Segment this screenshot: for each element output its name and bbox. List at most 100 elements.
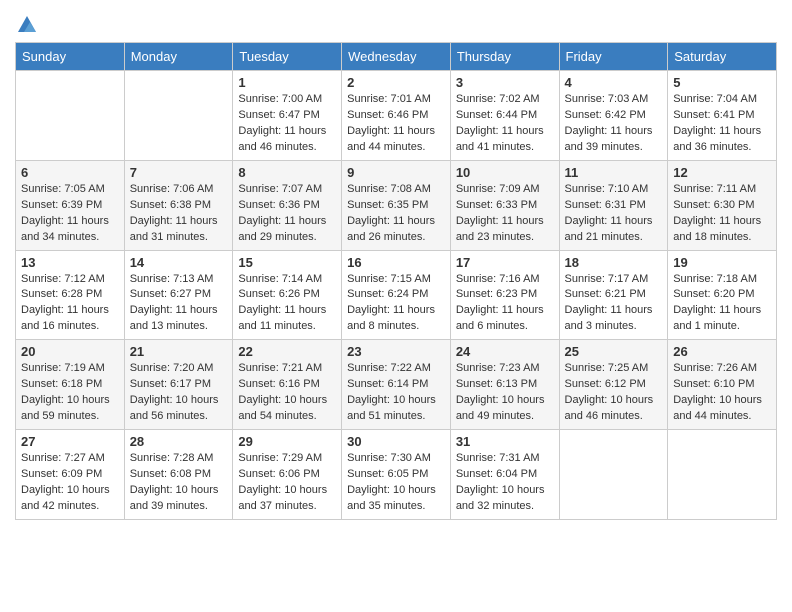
day-number: 2 — [347, 75, 445, 90]
calendar-day-cell: 19 Sunrise: 7:18 AM Sunset: 6:20 PM Dayli… — [668, 250, 777, 340]
header — [15, 10, 777, 36]
calendar-day-cell: 12 Sunrise: 7:11 AM Sunset: 6:30 PM Dayli… — [668, 160, 777, 250]
day-info: Sunrise: 7:08 AM Sunset: 6:35 PM Dayligh… — [347, 182, 445, 246]
calendar-day-cell: 10 Sunrise: 7:09 AM Sunset: 6:33 PM Dayli… — [450, 160, 559, 250]
day-number: 23 — [347, 344, 445, 359]
day-info: Sunrise: 7:12 AM Sunset: 6:28 PM Dayligh… — [21, 272, 119, 336]
day-info: Sunrise: 7:23 AM Sunset: 6:13 PM Dayligh… — [456, 361, 554, 425]
day-info: Sunrise: 7:28 AM Sunset: 6:08 PM Dayligh… — [130, 451, 228, 515]
day-number: 19 — [673, 255, 771, 270]
calendar-day-cell — [16, 71, 125, 161]
day-number: 30 — [347, 434, 445, 449]
day-number: 15 — [238, 255, 336, 270]
day-info: Sunrise: 7:22 AM Sunset: 6:14 PM Dayligh… — [347, 361, 445, 425]
day-info: Sunrise: 7:03 AM Sunset: 6:42 PM Dayligh… — [565, 92, 663, 156]
calendar-day-cell: 23 Sunrise: 7:22 AM Sunset: 6:14 PM Dayli… — [342, 340, 451, 430]
day-number: 3 — [456, 75, 554, 90]
day-number: 7 — [130, 165, 228, 180]
day-info: Sunrise: 7:21 AM Sunset: 6:16 PM Dayligh… — [238, 361, 336, 425]
day-of-week-header: Tuesday — [233, 43, 342, 71]
day-of-week-header: Sunday — [16, 43, 125, 71]
calendar-day-cell: 26 Sunrise: 7:26 AM Sunset: 6:10 PM Dayli… — [668, 340, 777, 430]
day-info: Sunrise: 7:31 AM Sunset: 6:04 PM Dayligh… — [456, 451, 554, 515]
day-number: 14 — [130, 255, 228, 270]
calendar-day-cell: 7Sunrise: 7:06 AM Sunset: 6:38 PM Daylig… — [124, 160, 233, 250]
day-of-week-header: Saturday — [668, 43, 777, 71]
day-info: Sunrise: 7:01 AM Sunset: 6:46 PM Dayligh… — [347, 92, 445, 156]
day-info: Sunrise: 7:20 AM Sunset: 6:17 PM Dayligh… — [130, 361, 228, 425]
day-number: 27 — [21, 434, 119, 449]
calendar-day-cell: 29Sunrise: 7:29 AM Sunset: 6:06 PM Dayli… — [233, 430, 342, 520]
day-number: 16 — [347, 255, 445, 270]
day-number: 5 — [673, 75, 771, 90]
day-info: Sunrise: 7:00 AM Sunset: 6:47 PM Dayligh… — [238, 92, 336, 156]
day-of-week-header: Friday — [559, 43, 668, 71]
calendar-day-cell: 30 Sunrise: 7:30 AM Sunset: 6:05 PM Dayli… — [342, 430, 451, 520]
calendar-day-cell: 16 Sunrise: 7:15 AM Sunset: 6:24 PM Dayli… — [342, 250, 451, 340]
day-info: Sunrise: 7:18 AM Sunset: 6:20 PM Dayligh… — [673, 272, 771, 336]
calendar-day-cell — [124, 71, 233, 161]
calendar-day-cell: 6 Sunrise: 7:05 AM Sunset: 6:39 PM Daylig… — [16, 160, 125, 250]
day-of-week-header: Monday — [124, 43, 233, 71]
day-info: Sunrise: 7:25 AM Sunset: 6:12 PM Dayligh… — [565, 361, 663, 425]
day-info: Sunrise: 7:16 AM Sunset: 6:23 PM Dayligh… — [456, 272, 554, 336]
day-info: Sunrise: 7:14 AM Sunset: 6:26 PM Dayligh… — [238, 272, 336, 336]
day-info: Sunrise: 7:05 AM Sunset: 6:39 PM Dayligh… — [21, 182, 119, 246]
calendar-day-cell: 14 Sunrise: 7:13 AM Sunset: 6:27 PM Dayli… — [124, 250, 233, 340]
calendar-day-cell: 25 Sunrise: 7:25 AM Sunset: 6:12 PM Dayli… — [559, 340, 668, 430]
calendar-day-cell: 8 Sunrise: 7:07 AM Sunset: 6:36 PM Daylig… — [233, 160, 342, 250]
day-info: Sunrise: 7:19 AM Sunset: 6:18 PM Dayligh… — [21, 361, 119, 425]
day-info: Sunrise: 7:07 AM Sunset: 6:36 PM Dayligh… — [238, 182, 336, 246]
calendar-day-cell: 20 Sunrise: 7:19 AM Sunset: 6:18 PM Dayli… — [16, 340, 125, 430]
day-info: Sunrise: 7:04 AM Sunset: 6:41 PM Dayligh… — [673, 92, 771, 156]
calendar-day-cell: 1 Sunrise: 7:00 AM Sunset: 6:47 PM Daylig… — [233, 71, 342, 161]
day-number: 17 — [456, 255, 554, 270]
day-info: Sunrise: 7:15 AM Sunset: 6:24 PM Dayligh… — [347, 272, 445, 336]
calendar-day-cell — [668, 430, 777, 520]
calendar-day-cell: 13 Sunrise: 7:12 AM Sunset: 6:28 PM Dayli… — [16, 250, 125, 340]
day-number: 24 — [456, 344, 554, 359]
day-info: Sunrise: 7:11 AM Sunset: 6:30 PM Dayligh… — [673, 182, 771, 246]
calendar-day-cell: 22Sunrise: 7:21 AM Sunset: 6:16 PM Dayli… — [233, 340, 342, 430]
calendar-day-cell: 3 Sunrise: 7:02 AM Sunset: 6:44 PM Daylig… — [450, 71, 559, 161]
day-number: 28 — [130, 434, 228, 449]
calendar-day-cell: 27 Sunrise: 7:27 AM Sunset: 6:09 PM Dayli… — [16, 430, 125, 520]
day-info: Sunrise: 7:10 AM Sunset: 6:31 PM Dayligh… — [565, 182, 663, 246]
day-number: 21 — [130, 344, 228, 359]
day-info: Sunrise: 7:13 AM Sunset: 6:27 PM Dayligh… — [130, 272, 228, 336]
calendar-day-cell: 11Sunrise: 7:10 AM Sunset: 6:31 PM Dayli… — [559, 160, 668, 250]
calendar-week-row: 13 Sunrise: 7:12 AM Sunset: 6:28 PM Dayli… — [16, 250, 777, 340]
day-number: 25 — [565, 344, 663, 359]
day-info: Sunrise: 7:02 AM Sunset: 6:44 PM Dayligh… — [456, 92, 554, 156]
calendar-day-cell — [559, 430, 668, 520]
day-number: 12 — [673, 165, 771, 180]
calendar-day-cell: 9Sunrise: 7:08 AM Sunset: 6:35 PM Daylig… — [342, 160, 451, 250]
day-info: Sunrise: 7:27 AM Sunset: 6:09 PM Dayligh… — [21, 451, 119, 515]
day-info: Sunrise: 7:17 AM Sunset: 6:21 PM Dayligh… — [565, 272, 663, 336]
day-info: Sunrise: 7:29 AM Sunset: 6:06 PM Dayligh… — [238, 451, 336, 515]
calendar-day-cell: 24 Sunrise: 7:23 AM Sunset: 6:13 PM Dayli… — [450, 340, 559, 430]
calendar-day-cell: 21 Sunrise: 7:20 AM Sunset: 6:17 PM Dayli… — [124, 340, 233, 430]
day-number: 6 — [21, 165, 119, 180]
calendar-day-cell: 18Sunrise: 7:17 AM Sunset: 6:21 PM Dayli… — [559, 250, 668, 340]
calendar-week-row: 6 Sunrise: 7:05 AM Sunset: 6:39 PM Daylig… — [16, 160, 777, 250]
day-info: Sunrise: 7:26 AM Sunset: 6:10 PM Dayligh… — [673, 361, 771, 425]
day-number: 8 — [238, 165, 336, 180]
calendar-week-row: 20 Sunrise: 7:19 AM Sunset: 6:18 PM Dayli… — [16, 340, 777, 430]
calendar-week-row: 1 Sunrise: 7:00 AM Sunset: 6:47 PM Daylig… — [16, 71, 777, 161]
calendar-header-row: SundayMondayTuesdayWednesdayThursdayFrid… — [16, 43, 777, 71]
logo-text — [15, 14, 38, 36]
day-of-week-header: Thursday — [450, 43, 559, 71]
day-number: 13 — [21, 255, 119, 270]
calendar-day-cell: 2 Sunrise: 7:01 AM Sunset: 6:46 PM Daylig… — [342, 71, 451, 161]
day-info: Sunrise: 7:30 AM Sunset: 6:05 PM Dayligh… — [347, 451, 445, 515]
logo — [15, 14, 38, 36]
day-number: 1 — [238, 75, 336, 90]
day-number: 20 — [21, 344, 119, 359]
calendar-day-cell: 17 Sunrise: 7:16 AM Sunset: 6:23 PM Dayli… — [450, 250, 559, 340]
logo-icon — [16, 14, 38, 34]
calendar-day-cell: 31Sunrise: 7:31 AM Sunset: 6:04 PM Dayli… — [450, 430, 559, 520]
day-number: 26 — [673, 344, 771, 359]
day-info: Sunrise: 7:09 AM Sunset: 6:33 PM Dayligh… — [456, 182, 554, 246]
day-number: 10 — [456, 165, 554, 180]
